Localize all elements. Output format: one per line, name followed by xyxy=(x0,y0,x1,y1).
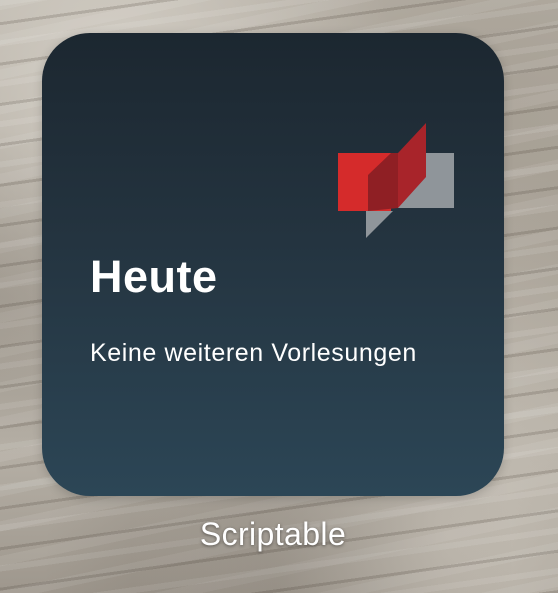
widget-title: Heute xyxy=(90,251,218,302)
logo-gray-flag xyxy=(366,211,393,238)
hochschule-logo-icon xyxy=(338,123,454,238)
scriptable-widget[interactable]: Heute Keine weiteren Vorlesungen xyxy=(42,33,504,496)
widget-message: Keine weiteren Vorlesungen xyxy=(90,339,417,367)
widget-app-label: Scriptable xyxy=(199,516,347,552)
